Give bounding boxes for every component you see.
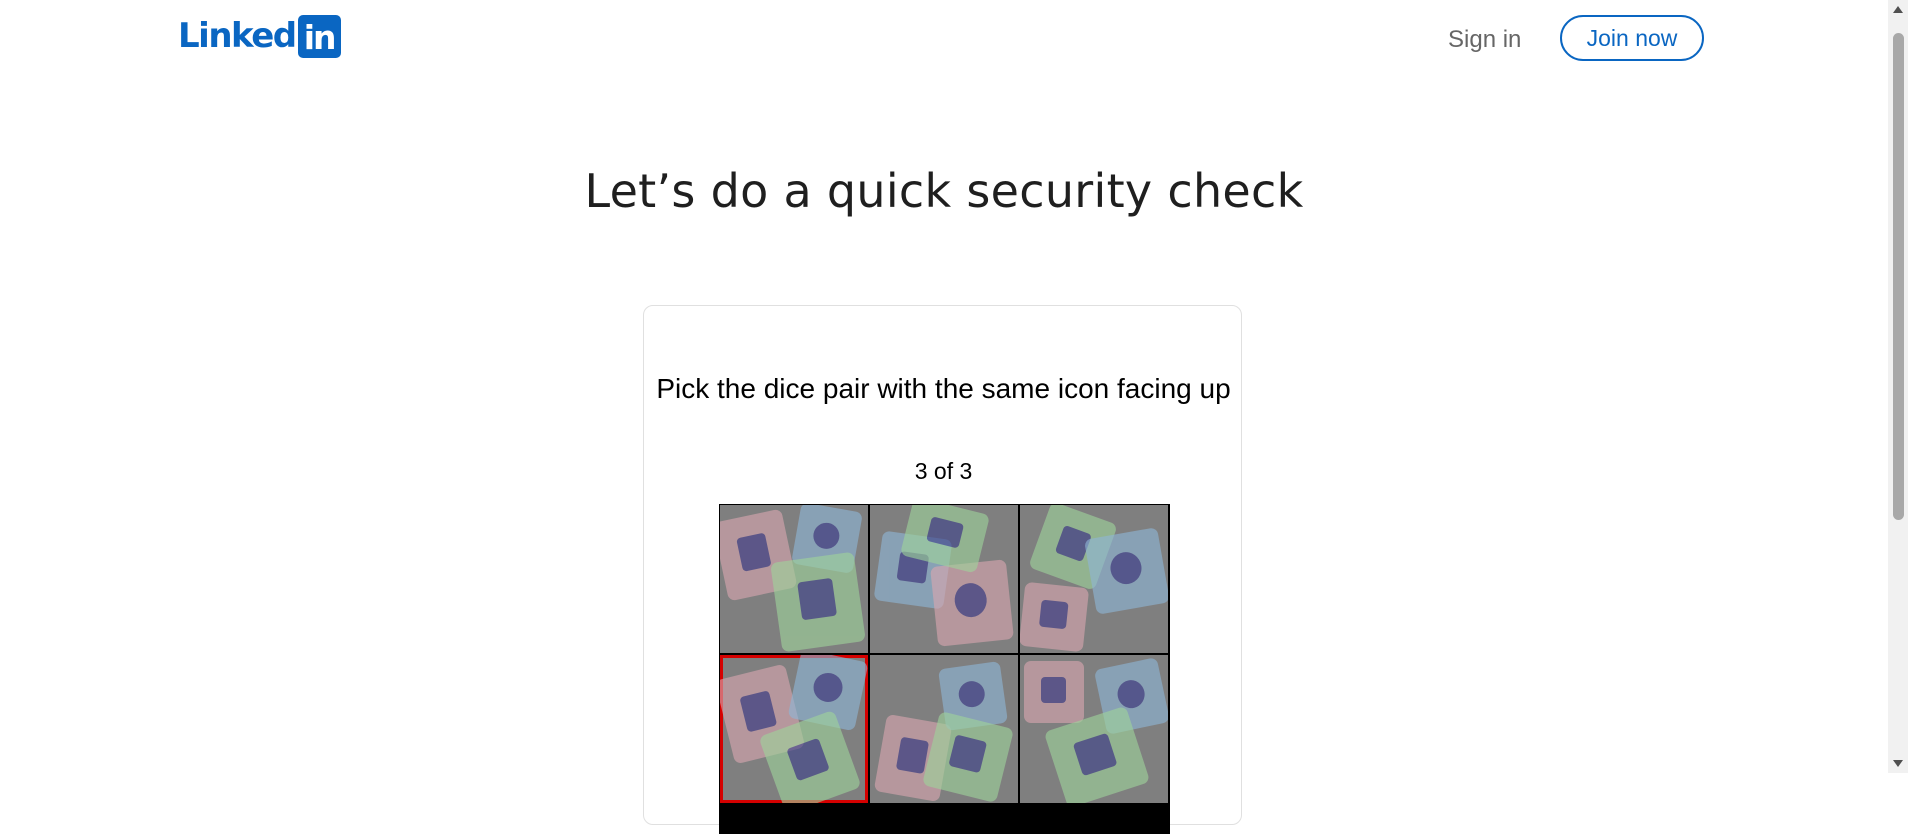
die-symbol-icon (957, 679, 987, 709)
dice-tile-5[interactable] (870, 655, 1018, 803)
dice-tile-4[interactable] (720, 655, 868, 803)
die-icon (770, 551, 866, 653)
dice-tile-6[interactable] (1020, 655, 1168, 803)
dice-tile-2[interactable] (870, 505, 1018, 653)
die-symbol-icon (1041, 677, 1066, 703)
die-symbol-icon (811, 520, 842, 551)
die-icon (930, 559, 1014, 647)
die-symbol-icon (895, 736, 930, 775)
page-title: Let’s do a quick security check (584, 164, 1304, 218)
security-check-card: Pick the dice pair with the same icon fa… (643, 305, 1242, 834)
die-symbol-icon (1072, 732, 1118, 777)
top-navigation: Linked in Sign in Join now (0, 0, 1888, 80)
die-symbol-icon (736, 532, 772, 572)
die-symbol-icon (926, 516, 965, 549)
die-symbol-icon (739, 690, 778, 733)
dice-tile-3[interactable] (1020, 505, 1168, 653)
dice-image-grid (719, 504, 1170, 834)
logo-in-box: in (297, 14, 341, 58)
scroll-down-arrow-icon[interactable] (1893, 760, 1903, 767)
die-icon (1024, 661, 1084, 723)
die-symbol-icon (953, 581, 989, 619)
die-symbol-icon (1114, 677, 1148, 711)
challenge-progress: 3 of 3 (914, 458, 973, 484)
die-symbol-icon (1038, 599, 1069, 630)
logo-wordmark: Linked (178, 16, 297, 56)
challenge-prompt: Pick the dice pair with the same icon fa… (656, 373, 1231, 404)
die-icon (1083, 527, 1168, 615)
page-scrollbar[interactable] (1888, 0, 1908, 773)
die-icon (1020, 581, 1090, 653)
die-symbol-icon (1107, 549, 1145, 587)
dice-tile-1[interactable] (720, 505, 868, 653)
scrollbar-thumb[interactable] (1893, 33, 1904, 520)
die-symbol-icon (786, 737, 830, 782)
scroll-up-arrow-icon[interactable] (1893, 6, 1903, 13)
join-now-button[interactable]: Join now (1560, 15, 1704, 61)
die-symbol-icon (948, 734, 988, 774)
linkedin-logo[interactable]: Linked in (178, 14, 341, 58)
sign-in-link[interactable]: Sign in (1436, 20, 1533, 60)
die-symbol-icon (810, 670, 846, 705)
die-symbol-icon (797, 577, 838, 621)
